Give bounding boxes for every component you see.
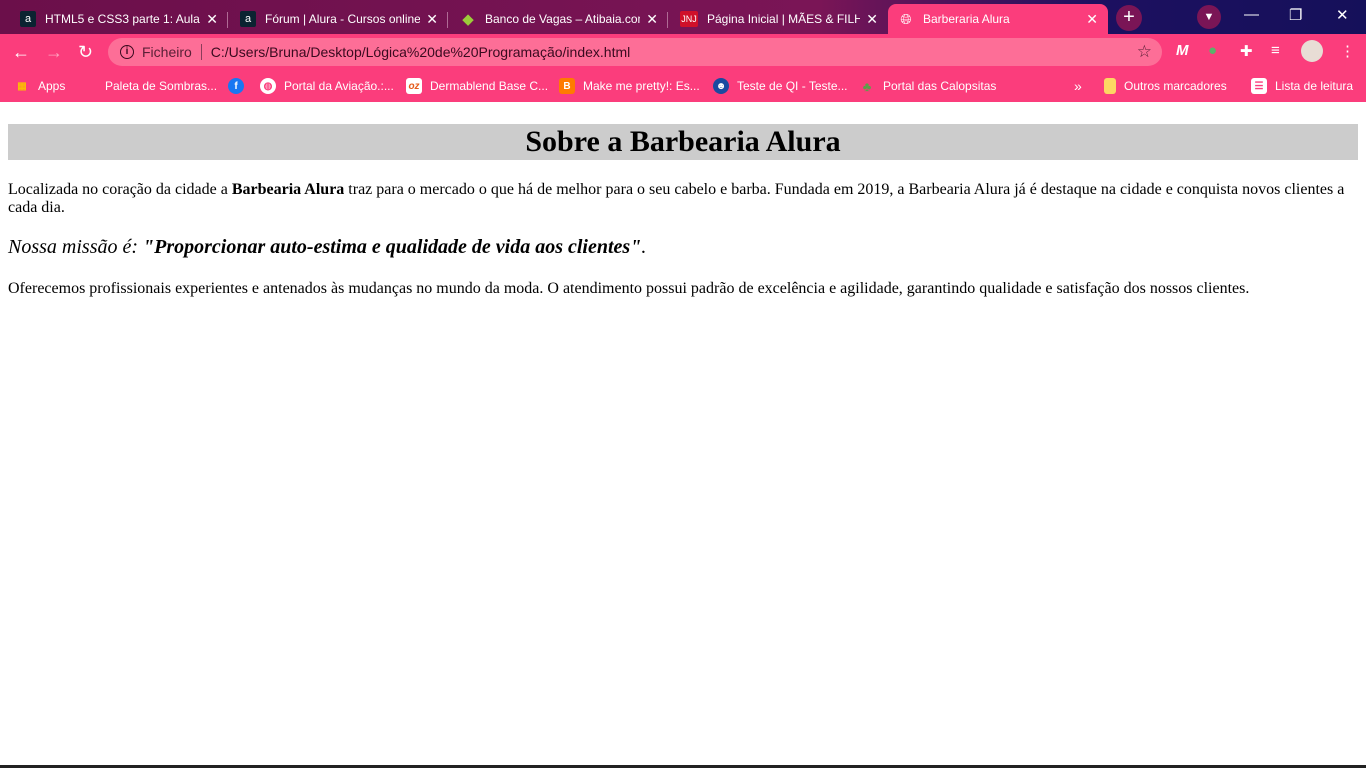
tab-strip: a HTML5 e CSS3 parte 1: Aula 3 ✕ a Fórum… <box>0 0 1366 34</box>
bookmark-dermablend[interactable]: oz Dermablend Base C... <box>406 78 548 94</box>
minimize-icon[interactable]: — <box>1244 6 1259 23</box>
bookmark-outros-marcadores[interactable]: Outros marcadores <box>1104 78 1227 94</box>
toolbar: ← → ↻ i Ficheiro C:/Users/Bruna/Desktop/… <box>0 34 1366 70</box>
new-tab-button[interactable]: + <box>1116 5 1142 31</box>
tab-maes-filhos[interactable]: JNJ Página Inicial | MÃES & FILHOS ✕ <box>670 4 888 34</box>
menu-icon[interactable]: ⋮ <box>1340 42 1355 60</box>
offer-paragraph: Oferecemos profissionais experientes e a… <box>8 280 1250 297</box>
bookmark-portal-calopsitas[interactable]: ♣ Portal das Calopsitas <box>859 78 997 94</box>
address-url[interactable]: C:/Users/Bruna/Desktop/Lógica%20de%20Pro… <box>211 44 630 60</box>
restore-icon[interactable]: ❐ <box>1289 6 1302 24</box>
mission-end: . <box>641 236 647 258</box>
page-title: Sobre a Barbearia Alura <box>8 124 1358 160</box>
extension-apple-icon[interactable]: ● <box>1208 42 1217 59</box>
tab-barberaria-alura[interactable]: 🌐︎ Barberaria Alura ✕ <box>888 4 1108 34</box>
reading-list-icon: ☰ <box>1251 78 1267 94</box>
bookmark-label: Dermablend Base C... <box>430 79 549 93</box>
extension-m-icon[interactable]: M <box>1176 42 1189 59</box>
bookmark-label: Lista de leitura <box>1275 79 1354 93</box>
intro-paragraph: Localizada no coração da cidade a Barbea… <box>8 181 1358 217</box>
mission-paragraph: Nossa missão é: "Proporcionar auto-estim… <box>8 236 1358 259</box>
oz-icon: oz <box>406 78 422 94</box>
bookmark-label: Outros marcadores <box>1124 79 1227 93</box>
tab-title: Banco de Vagas – Atibaia.com <box>485 12 641 26</box>
intro-bold: Barbearia Alura <box>231 181 345 198</box>
tab-title: Barberaria Alura <box>923 12 1010 26</box>
avatar[interactable] <box>1301 40 1323 62</box>
media-queue-icon[interactable]: ≡ <box>1271 42 1280 59</box>
tab-title: Página Inicial | MÃES & FILHOS <box>707 12 861 26</box>
bookmark-star-icon[interactable]: ☆ <box>1137 42 1152 62</box>
intro-text: Localizada no coração da cidade a <box>8 181 232 198</box>
globe-icon: 🌐︎ <box>900 10 912 27</box>
more-bookmarks-button[interactable]: » <box>1074 78 1082 94</box>
bookmark-label: Paleta de Sombras... <box>105 79 218 93</box>
info-icon[interactable]: i <box>120 45 134 59</box>
diamond-icon: ◆ <box>462 11 474 28</box>
close-window-icon[interactable]: ✕ <box>1336 6 1349 24</box>
close-tab-icon[interactable]: ✕ <box>206 11 218 28</box>
facebook-icon: f <box>228 78 244 94</box>
blogger-icon: B <box>559 78 575 94</box>
bookmark-make-me-pretty[interactable]: B Make me pretty!: Es... <box>559 78 700 94</box>
tab-title: Fórum | Alura - Cursos online <box>265 12 421 26</box>
bookmark-label: Portal da Aviação.:... <box>284 79 394 93</box>
address-scheme: Ficheiro <box>142 44 192 60</box>
reload-icon[interactable]: ↻ <box>78 42 93 63</box>
bookmark-portal-aviacao[interactable]: ◍ Portal da Aviação.:... <box>260 78 394 94</box>
head-icon: ☻ <box>713 78 729 94</box>
close-tab-icon[interactable]: ✕ <box>1086 11 1098 28</box>
address-bar[interactable]: i Ficheiro C:/Users/Bruna/Desktop/Lógica… <box>108 38 1162 66</box>
bookmark-facebook[interactable]: f <box>228 78 252 94</box>
octopus-icon: ♣ <box>862 78 872 94</box>
tab-forum-alura[interactable]: a Fórum | Alura - Cursos online ✕ <box>230 4 448 34</box>
bookmark-teste-qi[interactable]: ☻ Teste de QI - Teste... <box>713 78 848 94</box>
tab-title: HTML5 e CSS3 parte 1: Aula 3 <box>45 12 201 26</box>
close-tab-icon[interactable]: ✕ <box>426 11 438 28</box>
extensions-puzzle-icon[interactable]: ✚ <box>1240 42 1253 60</box>
divider <box>200 44 202 60</box>
bookmark-label: Apps <box>38 79 66 93</box>
apps-grid-icon: ▦ <box>17 80 27 92</box>
tab-html5-css3[interactable]: a HTML5 e CSS3 parte 1: Aula 3 ✕ <box>10 4 228 34</box>
close-tab-icon[interactable]: ✕ <box>866 11 878 28</box>
forward-icon[interactable]: → <box>45 42 63 63</box>
alura-icon: a <box>20 11 36 27</box>
globe-icon: ◍ <box>260 78 276 94</box>
bookmark-apps[interactable]: ▦ Apps <box>14 78 65 94</box>
page-content: Sobre a Barbearia Alura Localizada no co… <box>0 102 1366 765</box>
folder-icon <box>1104 78 1116 94</box>
mission-text: "Proporcionar auto-estima e qualidade de… <box>143 236 642 258</box>
mission-label: Nossa missão é: <box>8 236 144 258</box>
close-tab-icon[interactable]: ✕ <box>646 11 658 28</box>
bookmark-label: Make me pretty!: Es... <box>583 79 700 93</box>
back-icon[interactable]: ← <box>12 42 30 63</box>
alura-icon: a <box>240 11 256 27</box>
reading-list-button[interactable]: ☰ Lista de leitura <box>1251 78 1353 94</box>
bookmarks-bar: ▦ Apps Paleta de Sombras... f ◍ Portal da … <box>0 70 1366 102</box>
bookmark-label: Portal das Calopsitas <box>883 79 997 93</box>
bookmark-label: Teste de QI - Teste... <box>737 79 848 93</box>
tab-search-icon[interactable]: ▼ <box>1197 5 1221 29</box>
jnj-icon: JNJ <box>680 11 698 27</box>
tab-banco-de-vagas[interactable]: ◆ Banco de Vagas – Atibaia.com ✕ <box>450 4 668 34</box>
bookmark-paleta-de-sombras[interactable]: Paleta de Sombras... <box>105 79 217 93</box>
